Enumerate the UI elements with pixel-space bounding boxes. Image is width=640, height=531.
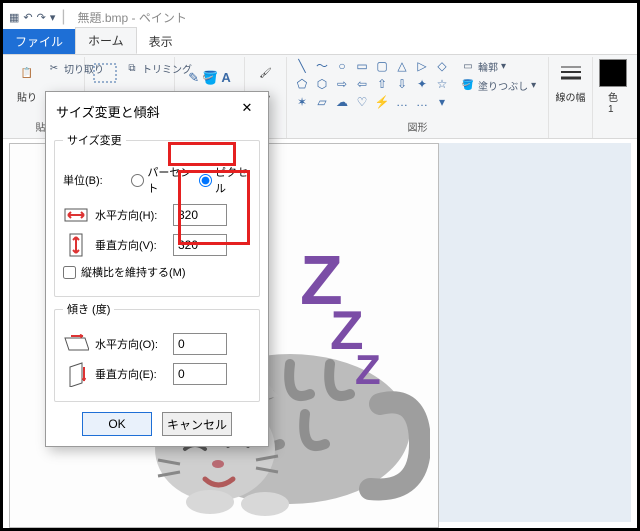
horizontal-resize-icon [63,204,89,226]
brush-icon: 🖌 [252,59,280,87]
skew-section: 傾き (度) 水平方向(O): 垂直方向(E): [54,301,260,402]
shape-roundrect-icon: ▢ [373,59,391,75]
bucket-icon[interactable]: 🪣 [202,70,218,86]
tab-view[interactable]: 表示 [137,29,185,54]
shape-star4-icon: ✦ [413,77,431,93]
window-title: 無題.bmp - ペイント [78,9,187,26]
shape-bolt-icon: ⚡ [373,95,391,111]
shape-cloud-icon: ☁ [333,95,351,111]
shape-leftarrow-icon: ⇦ [353,77,371,93]
quick-access-toolbar: ▦ ↶ ↷ ▾ [9,11,55,24]
skew-v-label: 垂直方向(E): [95,366,167,382]
chevron-down-icon: ▾ [433,95,451,111]
shape-pentagon-icon: ⬠ [293,77,311,93]
pencil-icon[interactable]: ✎ [188,70,199,86]
color1-button[interactable]: 色1 [599,59,627,115]
shape-star5-icon: ☆ [433,77,451,93]
close-button[interactable]: ✕ [236,100,258,122]
horizontal-skew-icon [63,333,89,355]
cancel-button[interactable]: キャンセル [162,412,232,436]
vertical-input[interactable] [173,234,227,256]
h-label: 水平方向(H): [95,207,167,223]
shape-rightarrow-icon: ⇨ [333,77,351,93]
shape-oval-icon: ○ [333,59,351,75]
select-icon [91,59,119,87]
paste-icon: 📋 [13,59,41,87]
group-label: 図形 [293,119,542,136]
ok-button[interactable]: OK [82,412,152,436]
skew-h-label: 水平方向(O): [95,336,167,352]
aspect-checkbox[interactable]: 縦横比を維持する(M) [63,264,186,280]
skew-legend: 傾き (度) [63,301,114,317]
resize-skew-dialog: サイズ変更と傾斜 ✕ サイズ変更 単位(B): パーセント ピクセル 水平方向(… [45,91,269,447]
qat-dropdown-icon[interactable]: ▾ [50,11,56,24]
paste-button[interactable]: 📋 貼り [13,59,41,104]
shape-line-icon: ╲ [293,59,311,75]
color-swatch-icon [599,59,627,87]
tabs: ファイル ホーム 表示 [3,31,637,55]
horizontal-input[interactable] [173,204,227,226]
pixel-radio[interactable]: ピクセル [199,164,251,196]
shape-star6-icon: ✶ [293,95,311,111]
select-button[interactable] [91,59,119,87]
tab-file[interactable]: ファイル [3,29,75,54]
redo-icon[interactable]: ↷ [37,11,46,24]
shape-hexagon-icon: ⬡ [313,77,331,93]
dialog-title: サイズ変更と傾斜 [56,102,160,121]
v-label: 垂直方向(V): [95,237,167,253]
shapes-gallery[interactable]: ╲〜○▭▢△▷◇ ⬠⬡⇨⇦⇧⇩✦☆ ✶▱☁♡⚡……▾ [293,59,451,111]
fill-button[interactable]: 🪣塗りつぶし▾ [461,78,536,93]
shape-callout-icon: ▱ [313,95,331,111]
unit-label: 単位(B): [63,172,125,188]
undo-icon[interactable]: ↶ [23,11,32,24]
vertical-resize-icon [63,234,89,256]
shape-diamond-icon: ◇ [433,59,451,75]
outline-icon: ▭ [461,60,475,74]
linewidth-icon [557,59,585,87]
shape-triangle-icon: △ [393,59,411,75]
shape-rect-icon: ▭ [353,59,371,75]
text-icon[interactable]: A [221,70,230,86]
outline-button[interactable]: ▭輪郭▾ [461,59,536,74]
tab-home[interactable]: ホーム [75,27,137,54]
fill-icon: 🪣 [461,79,475,93]
percent-radio[interactable]: パーセント [131,164,193,196]
scissors-icon: ✂ [47,62,61,76]
resize-section: サイズ変更 単位(B): パーセント ピクセル 水平方向(H): 垂直方向(V)… [54,132,260,297]
save-icon[interactable]: ▦ [9,11,19,24]
shape-uparrow-icon: ⇧ [373,77,391,93]
shape-heart-icon: ♡ [353,95,371,111]
linewidth-button[interactable]: 線の幅 [556,59,586,104]
shape-curve-icon: 〜 [313,59,331,75]
resize-legend: サイズ変更 [63,132,126,148]
shape-rtriangle-icon: ▷ [413,59,431,75]
skew-vertical-input[interactable] [173,363,227,385]
shape-downarrow-icon: ⇩ [393,77,411,93]
vertical-skew-icon [63,363,89,385]
crop-icon: ⧉ [125,62,139,76]
svg-text:Z: Z [355,346,381,393]
skew-horizontal-input[interactable] [173,333,227,355]
